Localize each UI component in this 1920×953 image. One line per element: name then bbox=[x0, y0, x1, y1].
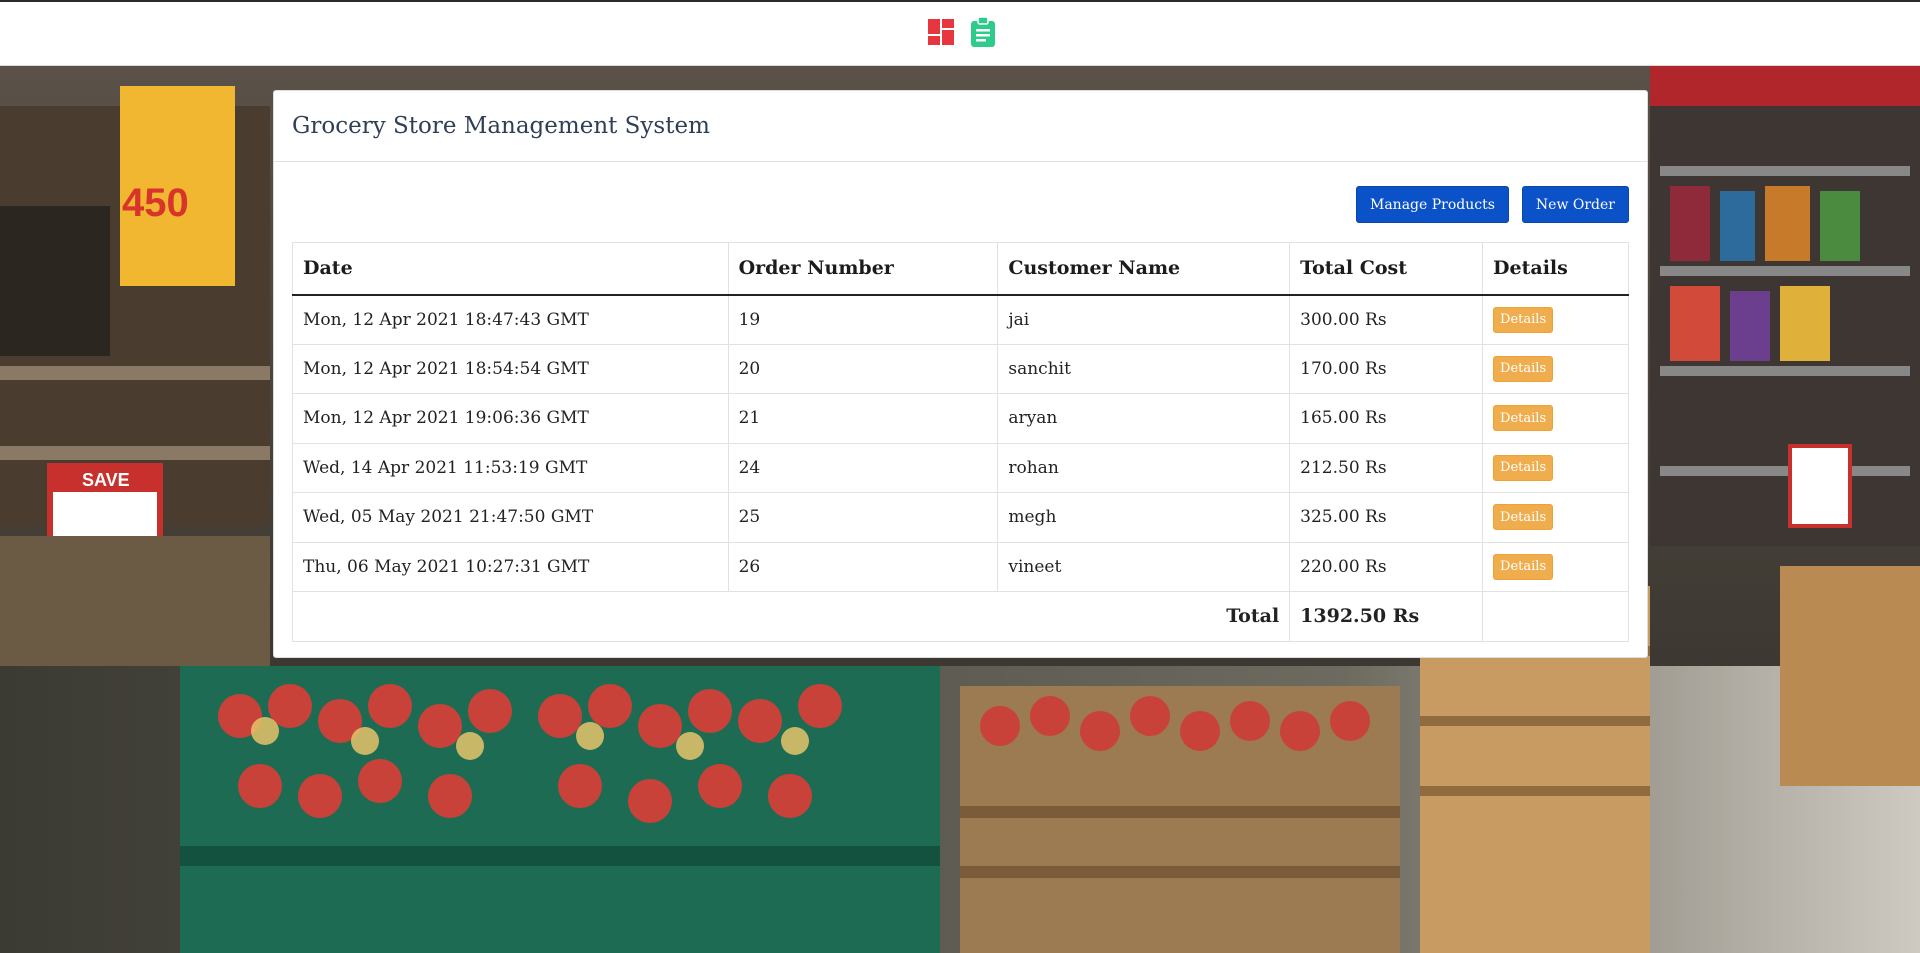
total-value: 1392.50 Rs bbox=[1289, 591, 1484, 642]
new-order-button[interactable]: New Order bbox=[1521, 186, 1629, 223]
cell-total-cost: 170.00 Rs bbox=[1289, 343, 1484, 394]
table-header-row: Date Order Number Customer Name Total Co… bbox=[292, 242, 1629, 296]
cell-details: Details bbox=[1482, 541, 1629, 592]
table-row: Wed, 05 May 2021 21:47:50 GMT 25 megh 32… bbox=[292, 492, 1629, 543]
cell-customer-name: megh bbox=[997, 492, 1291, 543]
cell-customer-name: aryan bbox=[997, 393, 1291, 444]
header-date: Date bbox=[292, 242, 729, 296]
top-navbar bbox=[0, 0, 1920, 66]
header-customer-name: Customer Name bbox=[997, 242, 1291, 296]
cell-customer-name: jai bbox=[997, 294, 1291, 345]
panel-heading: Grocery Store Management System bbox=[274, 91, 1647, 162]
cell-total-cost: 212.50 Rs bbox=[1289, 442, 1484, 493]
table-row: Thu, 06 May 2021 10:27:31 GMT 26 vineet … bbox=[292, 541, 1629, 592]
details-button[interactable]: Details bbox=[1493, 306, 1554, 333]
details-button[interactable]: Details bbox=[1493, 553, 1554, 580]
cell-details: Details bbox=[1482, 343, 1629, 394]
navbar-icons bbox=[927, 17, 997, 47]
cell-details: Details bbox=[1482, 294, 1629, 345]
action-buttons: Manage Products New Order bbox=[292, 186, 1629, 223]
header-order-number: Order Number bbox=[727, 242, 999, 296]
cell-details: Details bbox=[1482, 442, 1629, 493]
cell-order-number: 24 bbox=[727, 442, 999, 493]
orders-panel: Grocery Store Management System Manage P… bbox=[273, 90, 1648, 658]
cell-date: Mon, 12 Apr 2021 19:06:36 GMT bbox=[292, 393, 729, 444]
cell-total-cost: 165.00 Rs bbox=[1289, 393, 1484, 444]
header-details: Details bbox=[1482, 242, 1629, 296]
orders-table: Date Order Number Customer Name Total Co… bbox=[291, 242, 1629, 642]
cell-order-number: 19 bbox=[727, 294, 999, 345]
page-title: Grocery Store Management System bbox=[292, 113, 710, 139]
cell-date: Mon, 12 Apr 2021 18:47:43 GMT bbox=[292, 294, 729, 345]
cell-order-number: 20 bbox=[727, 343, 999, 394]
header-total-cost: Total Cost bbox=[1289, 242, 1484, 296]
details-button[interactable]: Details bbox=[1493, 454, 1554, 481]
table-row: Mon, 12 Apr 2021 18:47:43 GMT 19 jai 300… bbox=[292, 294, 1629, 345]
cell-date: Mon, 12 Apr 2021 18:54:54 GMT bbox=[292, 343, 729, 394]
details-button[interactable]: Details bbox=[1493, 355, 1554, 382]
details-button[interactable]: Details bbox=[1493, 504, 1554, 531]
cell-order-number: 21 bbox=[727, 393, 999, 444]
cell-total-cost: 300.00 Rs bbox=[1289, 294, 1484, 345]
cell-total-cost: 325.00 Rs bbox=[1289, 492, 1484, 543]
table-row: Wed, 14 Apr 2021 11:53:19 GMT 24 rohan 2… bbox=[292, 442, 1629, 493]
total-label: Total bbox=[291, 591, 1291, 642]
cell-order-number: 26 bbox=[727, 541, 999, 592]
dashboard-icon[interactable] bbox=[927, 17, 955, 47]
panel-body: Manage Products New Order Date Order Num… bbox=[274, 162, 1647, 660]
cell-date: Wed, 05 May 2021 21:47:50 GMT bbox=[292, 492, 729, 543]
cell-details: Details bbox=[1482, 393, 1629, 444]
cell-customer-name: vineet bbox=[997, 541, 1291, 592]
total-empty-cell bbox=[1482, 591, 1629, 642]
cell-details: Details bbox=[1482, 492, 1629, 543]
cell-customer-name: rohan bbox=[997, 442, 1291, 493]
cell-customer-name: sanchit bbox=[997, 343, 1291, 394]
table-row: Mon, 12 Apr 2021 19:06:36 GMT 21 aryan 1… bbox=[292, 393, 1629, 444]
cell-date: Thu, 06 May 2021 10:27:31 GMT bbox=[292, 541, 729, 592]
details-button[interactable]: Details bbox=[1493, 405, 1554, 432]
cell-date: Wed, 14 Apr 2021 11:53:19 GMT bbox=[292, 442, 729, 493]
cell-total-cost: 220.00 Rs bbox=[1289, 541, 1484, 592]
svg-text:450: 450 bbox=[122, 181, 189, 225]
total-row: Total 1392.50 Rs bbox=[291, 591, 1629, 642]
manage-products-button[interactable]: Manage Products bbox=[1356, 186, 1509, 223]
cell-order-number: 25 bbox=[727, 492, 999, 543]
table-row: Mon, 12 Apr 2021 18:54:54 GMT 20 sanchit… bbox=[292, 343, 1629, 394]
clipboard-icon[interactable] bbox=[969, 17, 997, 47]
svg-text:SAVE: SAVE bbox=[82, 470, 130, 490]
